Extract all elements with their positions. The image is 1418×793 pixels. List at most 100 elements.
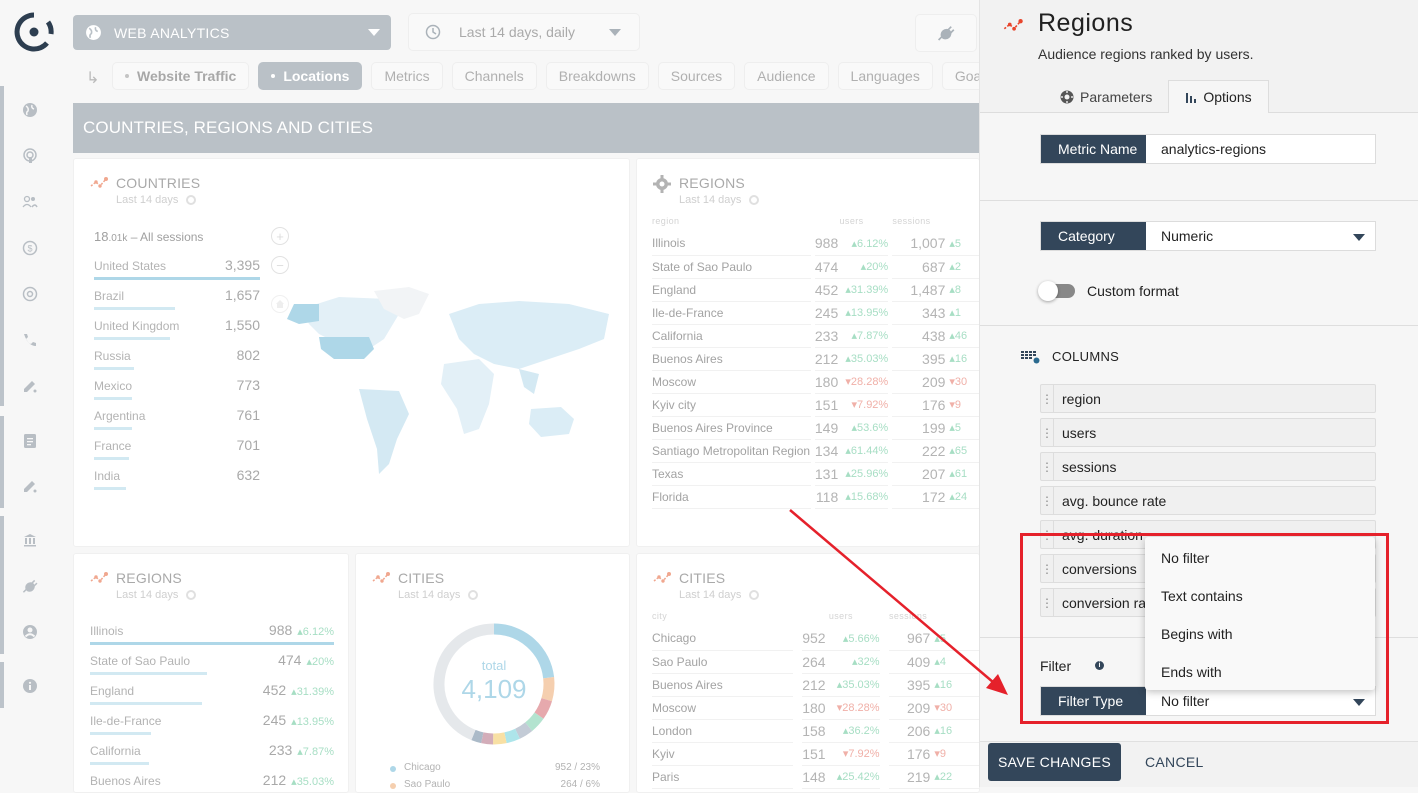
legend-item[interactable]: Sao Paulo 264 / 6% [390, 779, 600, 792]
tab-channels[interactable]: Channels [451, 62, 537, 90]
sessions-value: 395 [892, 347, 946, 371]
table-row[interactable]: England 452 ▴31.39% 1,487 ▴8 [652, 278, 979, 302]
legend-item[interactable]: Chicago 952 / 23% [390, 762, 600, 779]
donut-segment-other-a[interactable] [481, 732, 494, 745]
save-changes-button[interactable]: SAVE CHANGES [988, 743, 1121, 781]
country-row[interactable]: India 632 [94, 465, 260, 495]
tab-options[interactable]: Options [1168, 80, 1269, 113]
country-row[interactable]: Brazil 1,657 [94, 285, 260, 315]
category-select[interactable]: Numeric [1146, 222, 1375, 250]
table-row[interactable]: Buenos Aires 212 ▴35.03% 395 ▴16 [652, 347, 979, 371]
pencil-icon[interactable] [20, 476, 40, 496]
table-row[interactable]: State of Sao Paulo 474 ▴20% 687 ▴2 [652, 255, 979, 279]
country-row[interactable]: Argentina 761 [94, 405, 260, 435]
cell-spacer [793, 719, 802, 742]
table-row[interactable]: California 233 ▴7.87% 438 ▴46 [652, 324, 979, 348]
sessions-value: 222 [892, 439, 946, 463]
account-icon[interactable] [20, 622, 40, 642]
donut-segment-kyiv[interactable] [504, 728, 520, 744]
row-name: Ile-de-France [652, 301, 811, 325]
table-row[interactable]: London 158 ▴36.2% 206 ▴16 [652, 719, 979, 743]
column-item[interactable]: ⋮ sessions [1040, 452, 1376, 481]
tab-languages[interactable]: Languages [837, 62, 933, 90]
table-row[interactable]: Kyiv 151 ▾7.92% 176 ▾9 [652, 742, 979, 766]
sessions-value: 199 [892, 416, 946, 440]
metric-name-input[interactable]: analytics-regions [1146, 135, 1375, 163]
info-icon[interactable] [20, 676, 40, 696]
total-sessions: 18.01k – All sessions [94, 229, 203, 244]
plug-icon[interactable] [20, 576, 40, 596]
country-row[interactable]: Russia 802 [94, 345, 260, 375]
tab-audience[interactable]: Audience [744, 62, 829, 90]
users-delta: ▾7.92% [838, 393, 889, 417]
map-zoom-out-button[interactable]: − [271, 256, 289, 274]
sessions-delta: ▴5 [945, 416, 979, 440]
map-zoom-in-button[interactable]: + [271, 227, 289, 245]
cancel-button[interactable]: CANCEL [1145, 743, 1204, 781]
sessions-delta: ▾9 [945, 393, 979, 417]
donut-segment-moscow[interactable] [525, 712, 544, 731]
country-row[interactable]: Mexico 773 [94, 375, 260, 405]
phone-icon[interactable] [20, 330, 40, 350]
sessions-delta: ▴8 [945, 278, 979, 302]
country-row[interactable]: United Kingdom 1,550 [94, 315, 260, 345]
column-item[interactable]: ⋮ region [1040, 384, 1376, 413]
region-row[interactable]: Illinois 988 ▴6.12% [90, 620, 334, 650]
fingerprint-icon[interactable] [20, 146, 40, 166]
tab-sources[interactable]: Sources [657, 62, 736, 90]
donut-segment-paris[interactable] [493, 732, 507, 745]
drag-handle-icon[interactable]: ⋮ [1041, 419, 1054, 446]
drag-handle-icon[interactable]: ⋮ [1041, 385, 1054, 412]
table-row[interactable]: Illinois 988 ▴6.12% 1,007 ▴5 [652, 232, 979, 256]
globe-icon[interactable] [20, 100, 40, 120]
tab-locations[interactable]: Locations [258, 62, 363, 90]
region-row[interactable]: Buenos Aires 212 ▴35.03% [90, 770, 334, 792]
region-row[interactable]: State of Sao Paulo 474 ▴20% [90, 650, 334, 680]
app-logo[interactable] [14, 12, 54, 52]
donut-segment-london[interactable] [514, 722, 533, 739]
date-range-selector[interactable]: Last 14 days, daily [408, 13, 640, 51]
clipboard-icon[interactable] [20, 430, 40, 450]
drag-handle-icon[interactable]: ⋮ [1041, 453, 1054, 480]
tab-website-traffic[interactable]: Website Traffic [112, 62, 250, 90]
column-item[interactable]: ⋮ users [1040, 418, 1376, 447]
country-name: Russia [94, 349, 131, 363]
table-row[interactable]: Texas 131 ▴25.96% 207 ▴61 [652, 462, 979, 486]
tab-label: Channels [464, 68, 524, 84]
tab-parameters[interactable]: Parameters [1044, 80, 1168, 113]
tab-metrics[interactable]: Metrics [371, 62, 443, 90]
users-delta: ▴7.87% [838, 324, 889, 348]
users-icon[interactable] [20, 192, 40, 212]
region-row[interactable]: Ile-de-France 245 ▴13.95% [90, 710, 334, 740]
region-row[interactable]: England 452 ▴31.39% [90, 680, 334, 710]
table-row[interactable]: Kyiv city 151 ▾7.92% 176 ▾9 [652, 393, 979, 417]
custom-format-toggle[interactable] [1038, 281, 1076, 301]
donut-segment-other-b[interactable] [471, 729, 484, 744]
table-row[interactable]: Ile-de-France 245 ▴13.95% 343 ▴1 [652, 301, 979, 325]
tab-breakdowns[interactable]: Breakdowns [545, 62, 649, 90]
region-value: 474 ▴20% [278, 652, 334, 668]
integrations-button[interactable] [915, 14, 977, 52]
bar-chart-icon [1186, 93, 1197, 103]
users-delta: ▴53.6% [838, 416, 889, 440]
money-icon[interactable]: $ [20, 238, 40, 258]
bank-icon[interactable] [20, 530, 40, 550]
sessions-delta: ▴1 [945, 301, 979, 325]
country-row[interactable]: France 701 [94, 435, 260, 465]
table-row[interactable]: Moscow 180 ▾28.28% 209 ▾30 [652, 370, 979, 394]
at-icon[interactable] [20, 284, 40, 304]
country-bar [94, 457, 129, 460]
world-map[interactable] [279, 279, 624, 489]
column-name: sessions [1062, 458, 1117, 475]
region-bar [90, 702, 203, 705]
pencil-icon[interactable] [20, 376, 40, 396]
country-row[interactable]: United States 3,395 [94, 255, 260, 285]
app-selector[interactable]: WEB ANALYTICS [73, 15, 391, 50]
sessions-value: 219 [888, 765, 931, 789]
region-row[interactable]: California 233 ▴7.87% [90, 740, 334, 770]
table-row[interactable]: Santiago Metropolitan Region 134 ▴61.44% 22… [652, 439, 979, 463]
table-row[interactable]: Paris 148 ▴25.42% 219 ▴22 [652, 765, 979, 789]
table-row[interactable]: Buenos Aires Province 149 ▴53.6% 199 ▴5 [652, 416, 979, 440]
drag-handle-icon[interactable]: ⋮ [1041, 487, 1054, 514]
column-item[interactable]: ⋮ avg. bounce rate [1040, 486, 1376, 515]
